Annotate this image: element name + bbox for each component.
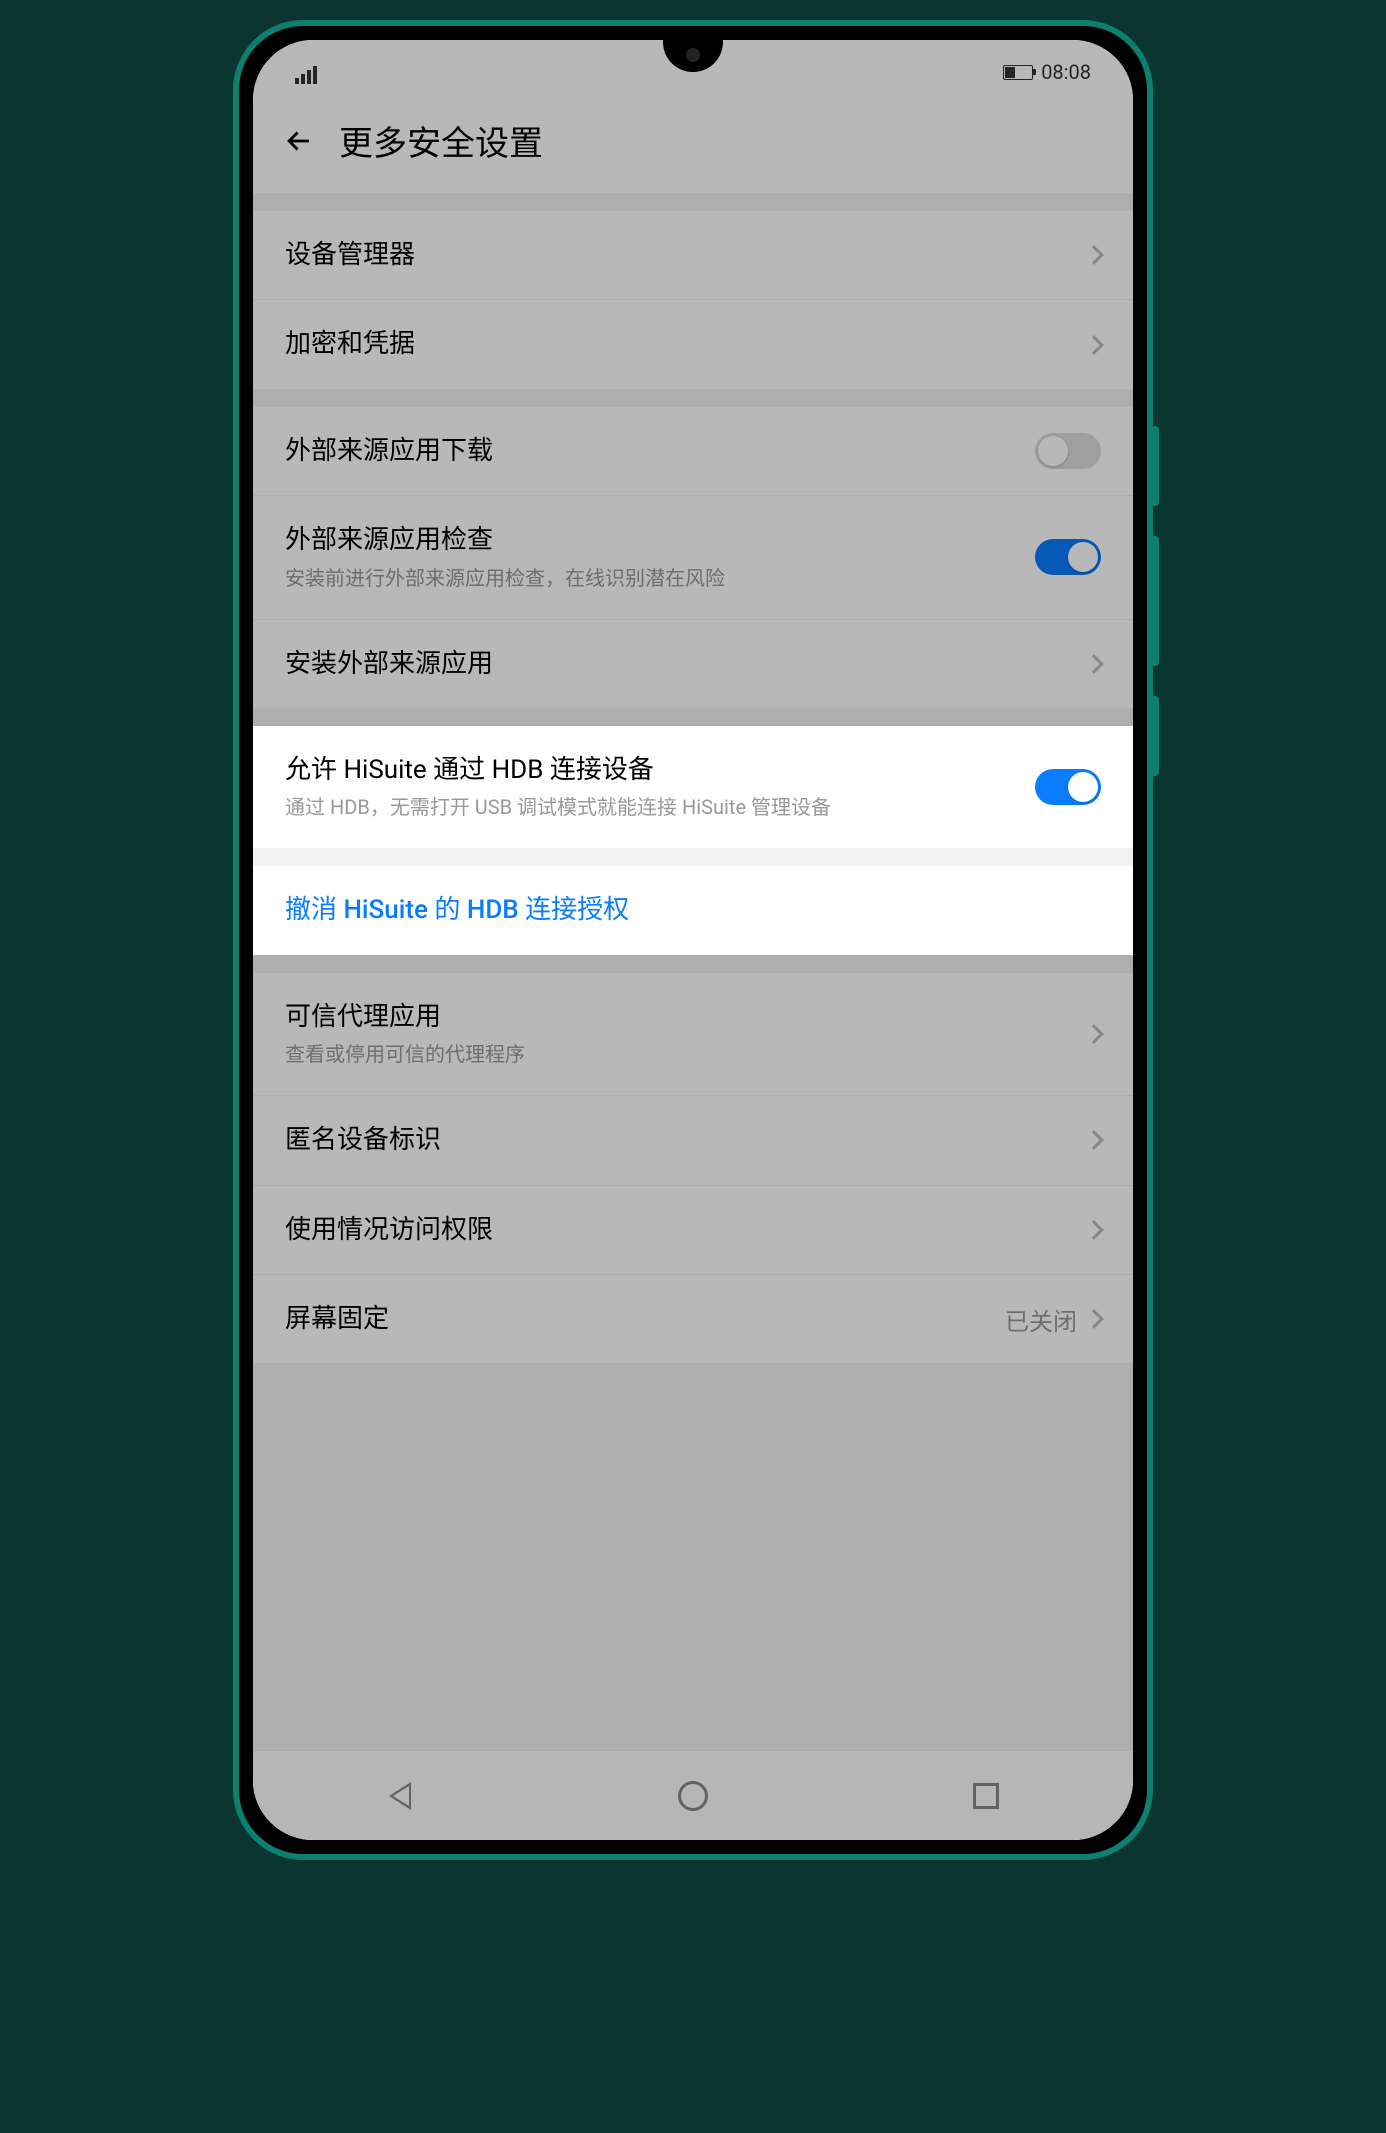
toggle-external-download[interactable] <box>1035 433 1101 469</box>
signal-icon <box>295 66 317 84</box>
toggle-hisuite-allow[interactable] <box>1035 769 1101 805</box>
nav-home-button[interactable] <box>653 1781 733 1811</box>
row-hisuite-allow[interactable]: 允许 HiSuite 通过 HDB 连接设备 通过 HDB，无需打开 USB 调… <box>253 726 1133 848</box>
row-usage-access[interactable]: 使用情况访问权限 <box>253 1186 1133 1275</box>
row-external-check[interactable]: 外部来源应用检查 安装前进行外部来源应用检查，在线识别潜在风险 <box>253 496 1133 619</box>
battery-icon <box>1003 65 1033 80</box>
row-title: 加密和凭据 <box>285 326 1067 362</box>
page-title: 更多安全设置 <box>339 116 543 165</box>
chevron-right-icon <box>1084 335 1104 355</box>
row-title: 可信代理应用 <box>285 999 1067 1035</box>
row-title: 允许 HiSuite 通过 HDB 连接设备 <box>285 752 1015 788</box>
row-subtitle: 查看或停用可信的代理程序 <box>285 1039 1067 1069</box>
row-external-download[interactable]: 外部来源应用下载 <box>253 407 1133 496</box>
row-trusted-agent[interactable]: 可信代理应用 查看或停用可信的代理程序 <box>253 973 1133 1096</box>
nav-recent-button[interactable] <box>946 1783 1026 1809</box>
row-link-title: 撤消 HiSuite 的 HDB 连接授权 <box>285 892 1081 928</box>
row-encryption[interactable]: 加密和凭据 <box>253 300 1133 388</box>
status-time: 08:08 <box>1041 60 1091 84</box>
phone-side-buttons <box>1151 426 1159 806</box>
chevron-right-icon <box>1084 1309 1104 1329</box>
row-subtitle: 通过 HDB，无需打开 USB 调试模式就能连接 HiSuite 管理设备 <box>285 792 1015 822</box>
row-title: 设备管理器 <box>285 237 1067 273</box>
android-navbar <box>253 1750 1133 1840</box>
row-title: 屏幕固定 <box>285 1301 985 1337</box>
row-hisuite-revoke[interactable]: 撤消 HiSuite 的 HDB 连接授权 <box>253 866 1133 954</box>
chevron-right-icon <box>1084 654 1104 674</box>
toggle-external-check[interactable] <box>1035 539 1101 575</box>
chevron-right-icon <box>1084 1130 1104 1150</box>
row-title: 外部来源应用检查 <box>285 522 1015 558</box>
nav-back-button[interactable] <box>360 1782 440 1810</box>
row-title: 使用情况访问权限 <box>285 1212 1067 1248</box>
row-anon-id[interactable]: 匿名设备标识 <box>253 1096 1133 1185</box>
row-install-external[interactable]: 安装外部来源应用 <box>253 620 1133 708</box>
row-screen-pin[interactable]: 屏幕固定 已关闭 <box>253 1275 1133 1363</box>
chevron-right-icon <box>1084 245 1104 265</box>
row-device-admin[interactable]: 设备管理器 <box>253 211 1133 300</box>
back-button[interactable] <box>281 123 317 159</box>
row-title: 外部来源应用下载 <box>285 433 1015 469</box>
row-value: 已关闭 <box>1005 1302 1077 1337</box>
phone-frame: 08:08 更多安全设置 设备管理器 加密和凭据 <box>233 20 1153 1860</box>
row-title: 安装外部来源应用 <box>285 646 1067 682</box>
chevron-right-icon <box>1084 1024 1104 1044</box>
chevron-right-icon <box>1084 1220 1104 1240</box>
row-subtitle: 安装前进行外部来源应用检查，在线识别潜在风险 <box>285 563 1015 593</box>
page-header: 更多安全设置 <box>253 88 1133 193</box>
row-title: 匿名设备标识 <box>285 1122 1067 1158</box>
